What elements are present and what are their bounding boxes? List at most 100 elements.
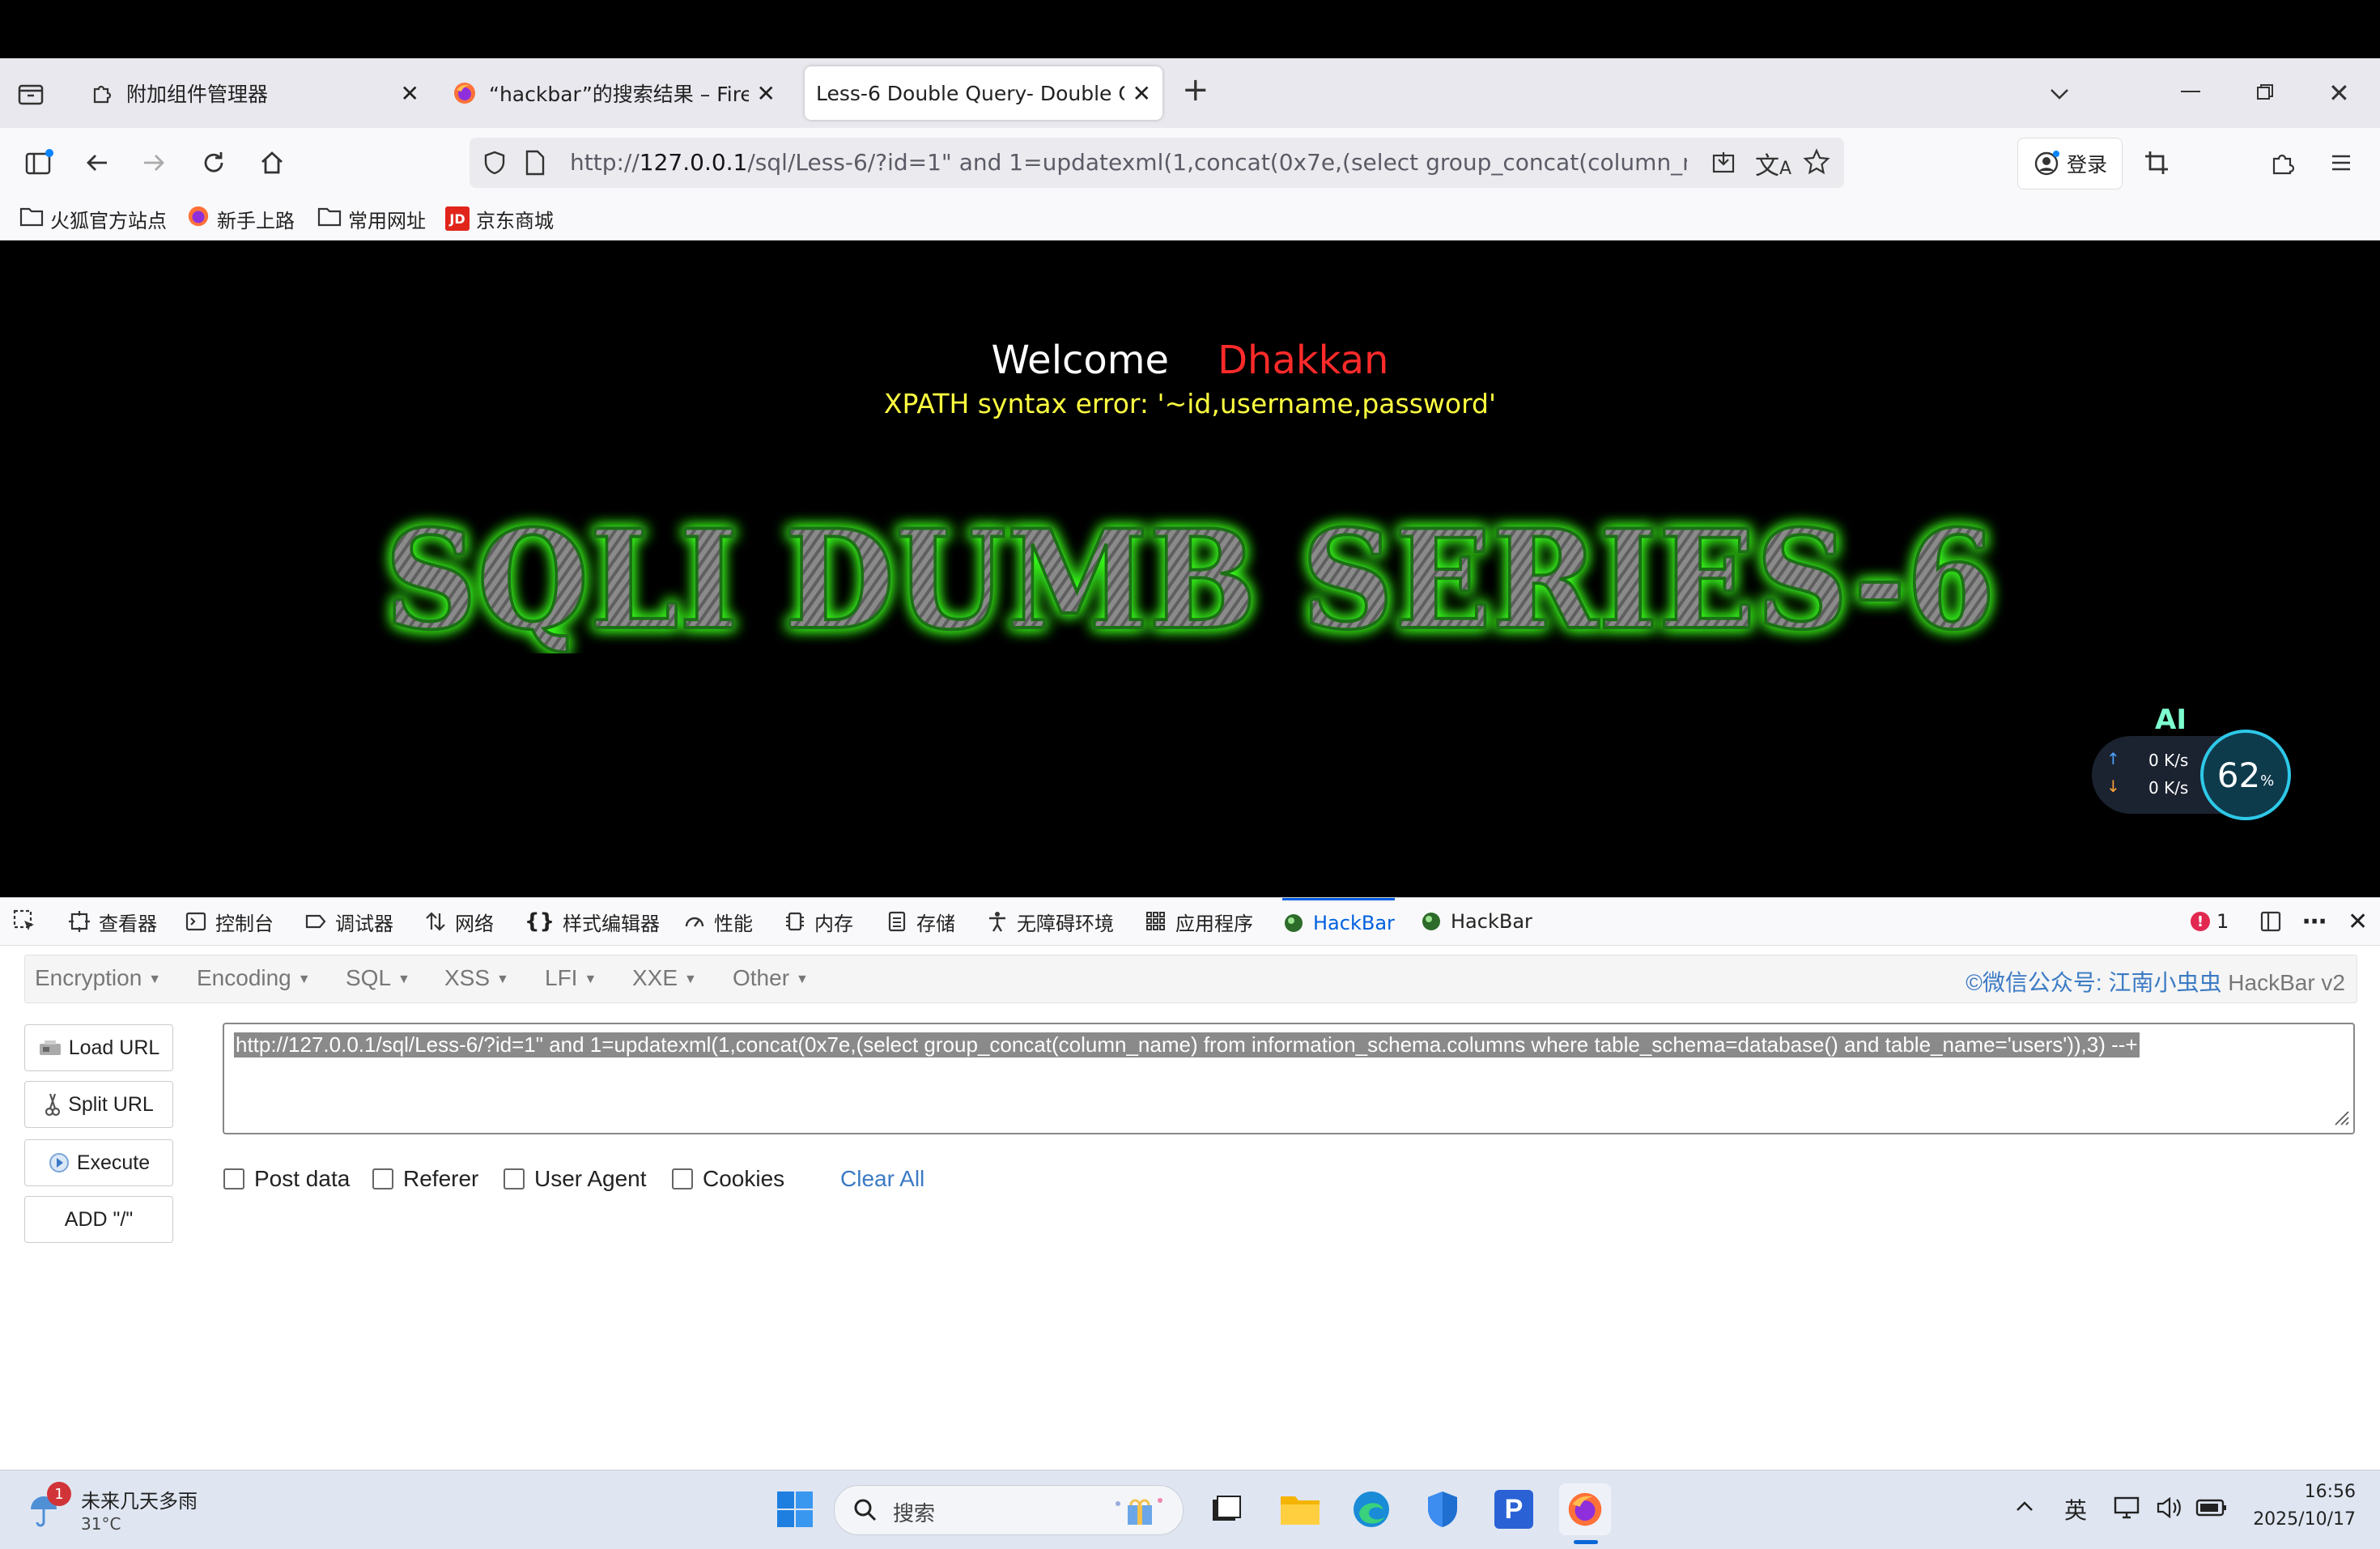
firefox-view-icon[interactable]: [16, 79, 45, 109]
add-slash-button[interactable]: ADD "/": [24, 1196, 173, 1243]
new-tab-button[interactable]: +: [1182, 71, 1209, 109]
menu-xxe[interactable]: XXE ▼: [632, 965, 697, 991]
devtools-tab-console[interactable]: 控制台: [185, 898, 274, 945]
error-count-indicator[interactable]: ! 1: [2191, 898, 2229, 945]
usage-gauge[interactable]: 62%: [2200, 730, 2291, 820]
load-url-button[interactable]: Load URL: [24, 1024, 173, 1071]
translate-icon[interactable]: 文A: [1755, 146, 1791, 181]
more-options-icon[interactable]: ⋯: [2302, 898, 2327, 945]
download-speed: 0 K/s: [2148, 778, 2189, 798]
shield-icon[interactable]: [481, 149, 508, 180]
download-icon[interactable]: [1710, 149, 1737, 180]
devtools-tab-application[interactable]: 应用程序: [1145, 898, 1253, 945]
page-icon[interactable]: [523, 149, 547, 180]
page-content: Welcome Dhakkan XPATH syntax error: '~id,…: [0, 240, 2380, 897]
back-arrow-icon[interactable]: [79, 145, 115, 181]
post-data-checkbox[interactable]: Post data: [223, 1166, 350, 1192]
devtools-tab-hackbar[interactable]: HackBar: [1420, 898, 1532, 945]
tab-hackbar-search[interactable]: “hackbar”的搜索结果 – Firefox ✕: [440, 66, 787, 120]
user-agent-checkbox[interactable]: User Agent: [504, 1166, 647, 1192]
hackbar-icon: [1282, 912, 1305, 934]
resize-handle-icon[interactable]: [2331, 1107, 2350, 1130]
devtools-tab-performance[interactable]: 性能: [683, 898, 753, 945]
extensions-icon[interactable]: [2265, 145, 2301, 181]
devtools-tab-accessibility[interactable]: 无障碍环境: [986, 898, 1114, 945]
menu-other[interactable]: Other ▼: [733, 965, 809, 991]
edge-icon[interactable]: [1345, 1483, 1397, 1535]
tab-label: Less-6 Double Query- Double Qu: [816, 81, 1124, 105]
chevron-down-icon[interactable]: [2045, 79, 2074, 112]
menu-lfi[interactable]: LFI ▼: [545, 965, 597, 991]
upload-arrow-icon: ↑: [2106, 749, 2120, 768]
devtools-tab-debugger[interactable]: 调试器: [304, 898, 393, 945]
menu-sql[interactable]: SQL ▼: [346, 965, 410, 991]
task-view-icon[interactable]: [1200, 1483, 1252, 1535]
tab-addons-manager[interactable]: 附加组件管理器 ✕: [78, 66, 431, 120]
menu-encryption[interactable]: Encryption ▼: [35, 965, 161, 991]
devtools-tab-style-editor[interactable]: {} 样式编辑器: [525, 898, 660, 945]
dock-toggle-icon[interactable]: [2259, 898, 2283, 945]
taskbar-search-box[interactable]: 搜索: [834, 1485, 1184, 1535]
hackbar-url-textarea[interactable]: http://127.0.0.1/sql/Less-6/?id=1" and 1…: [223, 1023, 2355, 1134]
checkbox-box[interactable]: [504, 1168, 525, 1189]
p-app-icon[interactable]: P: [1488, 1483, 1540, 1535]
firefox-taskbar-icon[interactable]: [1559, 1483, 1611, 1535]
gift-icon: [1110, 1492, 1167, 1531]
devtools-tab-hackbar-active[interactable]: HackBar: [1282, 898, 1395, 945]
file-explorer-icon[interactable]: [1274, 1483, 1326, 1535]
volume-icon[interactable]: [2155, 1495, 2184, 1524]
minimize-icon[interactable]: [2181, 91, 2200, 92]
windows-start-icon[interactable]: [769, 1483, 821, 1535]
bookmark-item[interactable]: 常用网址: [317, 204, 426, 233]
devtools-tab-storage[interactable]: 存储: [886, 898, 955, 945]
restore-icon[interactable]: [2255, 83, 2275, 105]
puzzle-icon: [89, 80, 115, 106]
sidebar-icon[interactable]: [21, 145, 57, 181]
element-picker-icon[interactable]: [11, 898, 39, 945]
ime-indicator[interactable]: 英: [2064, 1493, 2087, 1526]
tab-less6[interactable]: Less-6 Double Query- Double Qu ✕: [805, 66, 1162, 120]
devtools-tab-inspector[interactable]: 查看器: [68, 898, 157, 945]
folder-icon: [317, 206, 342, 232]
memory-icon: [784, 910, 806, 933]
home-icon[interactable]: [254, 145, 290, 181]
ai-badge: AI: [2155, 704, 2187, 736]
star-icon[interactable]: [1802, 147, 1831, 180]
menu-xss[interactable]: XSS ▼: [444, 965, 509, 991]
upload-speed: 0 K/s: [2148, 751, 2189, 770]
crop-screenshot-icon[interactable]: [2139, 145, 2174, 181]
account-button[interactable]: 登录: [2017, 138, 2123, 189]
clear-all-link[interactable]: Clear All: [840, 1166, 924, 1192]
checkbox-box[interactable]: [372, 1168, 393, 1189]
weather-temp: 31°C: [81, 1514, 121, 1534]
weather-widget[interactable]: 1 未来几天多雨 31°C: [24, 1482, 219, 1538]
close-icon[interactable]: ✕: [401, 80, 419, 107]
devtools-tab-memory[interactable]: 内存: [784, 898, 853, 945]
menu-encoding[interactable]: Encoding ▼: [197, 965, 311, 991]
close-icon[interactable]: ✕: [757, 80, 776, 107]
referer-checkbox[interactable]: Referer: [372, 1166, 478, 1192]
split-url-button[interactable]: Split URL: [24, 1081, 173, 1128]
network-tray-icon[interactable]: [2113, 1495, 2142, 1524]
address-bar[interactable]: http://127.0.0.1/sql/Less-6/?id=1" and 1…: [470, 138, 1844, 188]
clock-time[interactable]: 16:56: [2267, 1482, 2356, 1502]
close-icon[interactable]: ✕: [1133, 80, 1151, 107]
bookmark-item[interactable]: JD 京东商城: [445, 204, 554, 233]
forward-arrow-icon[interactable]: [136, 145, 172, 181]
menu-icon[interactable]: [2323, 145, 2359, 181]
checkbox-box[interactable]: [223, 1168, 244, 1189]
checkbox-box[interactable]: [672, 1168, 693, 1189]
devtools-close-icon[interactable]: ✕: [2348, 898, 2368, 945]
clock-date[interactable]: 2025/10/17: [2234, 1509, 2356, 1530]
security-shield-icon[interactable]: [1417, 1483, 1468, 1535]
url-text[interactable]: http://127.0.0.1/sql/Less-6/?id=1" and 1…: [570, 149, 1687, 176]
bookmark-item[interactable]: 新手上路: [186, 204, 295, 233]
reload-icon[interactable]: [196, 145, 232, 181]
battery-icon[interactable]: [2195, 1498, 2228, 1521]
window-close-icon[interactable]: ✕: [2328, 78, 2350, 109]
tray-chevron-up-icon[interactable]: [2012, 1495, 2037, 1522]
devtools-tab-network[interactable]: 网络: [424, 898, 494, 945]
cookies-checkbox[interactable]: Cookies: [672, 1166, 784, 1192]
bookmark-item[interactable]: 火狐官方站点: [19, 204, 167, 233]
execute-button[interactable]: Execute: [24, 1139, 173, 1186]
